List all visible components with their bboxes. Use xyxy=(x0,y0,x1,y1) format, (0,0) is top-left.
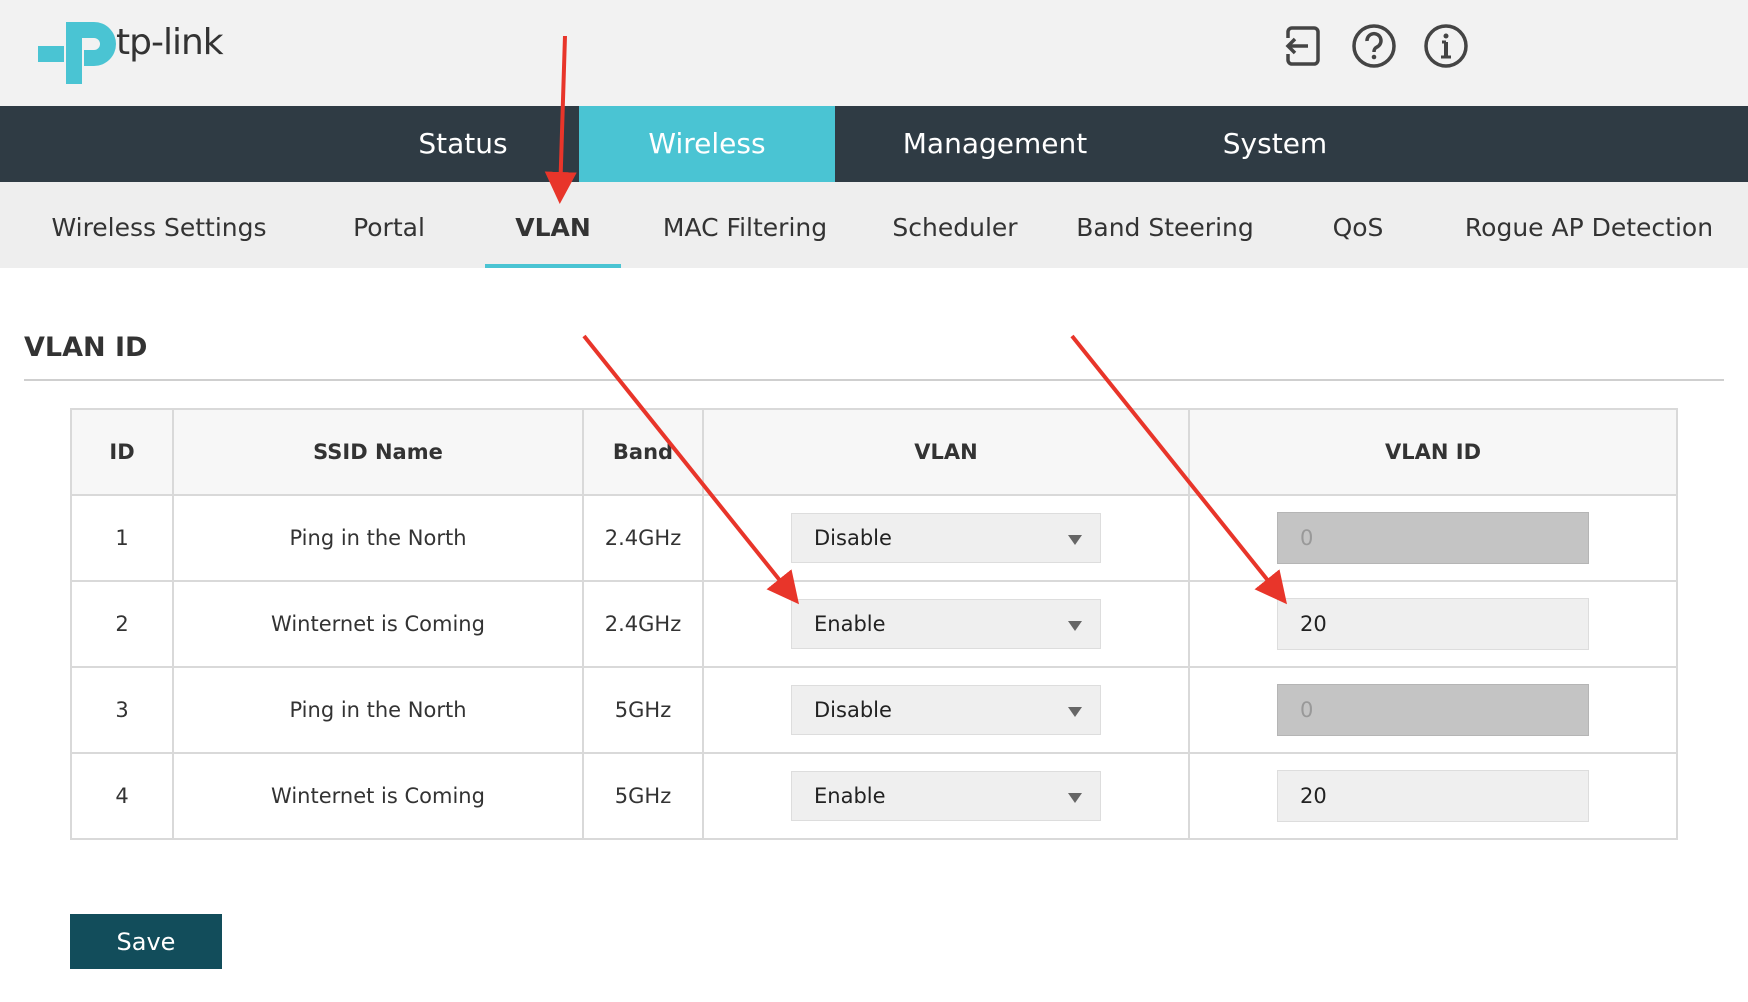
top-bar: tp-link xyxy=(0,0,1748,106)
cell-ssid-name: Winternet is Coming xyxy=(172,580,584,668)
save-button[interactable]: Save xyxy=(70,914,222,969)
cell-vlan: Disable xyxy=(702,666,1190,754)
caret-down-icon xyxy=(1068,793,1082,803)
cell-vlan-id xyxy=(1188,752,1678,840)
logout-icon[interactable] xyxy=(1278,22,1326,70)
info-icon[interactable] xyxy=(1422,22,1470,70)
cell-vlan-id xyxy=(1188,666,1678,754)
vlan-select-value: Enable xyxy=(814,612,886,636)
table-header-row: ID SSID Name Band VLAN VLAN ID xyxy=(70,408,1678,496)
table-row: 2 Winternet is Coming 2.4GHz Enable xyxy=(70,580,1678,668)
main-nav: Status Wireless Management System xyxy=(0,106,1748,182)
tab-rogue-ap-detection[interactable]: Rogue AP Detection xyxy=(1460,182,1718,268)
cell-id: 2 xyxy=(70,580,174,668)
vlan-id-input[interactable] xyxy=(1277,770,1589,822)
cell-ssid-name: Winternet is Coming xyxy=(172,752,584,840)
vlan-select[interactable]: Disable xyxy=(791,513,1101,563)
cell-band: 2.4GHz xyxy=(582,580,704,668)
tab-portal[interactable]: Portal xyxy=(330,182,448,268)
sub-nav: Wireless Settings Portal VLAN MAC Filter… xyxy=(0,182,1748,268)
caret-down-icon xyxy=(1068,535,1082,545)
cell-id: 1 xyxy=(70,494,174,582)
tab-band-steering[interactable]: Band Steering xyxy=(1070,182,1260,268)
vlan-select[interactable]: Enable xyxy=(791,599,1101,649)
vlan-select-value: Disable xyxy=(814,526,892,550)
cell-band: 5GHz xyxy=(582,752,704,840)
tab-wireless-settings[interactable]: Wireless Settings xyxy=(36,182,282,268)
cell-band: 5GHz xyxy=(582,666,704,754)
cell-id: 3 xyxy=(70,666,174,754)
header-vlan-id: VLAN ID xyxy=(1188,408,1678,496)
caret-down-icon xyxy=(1068,621,1082,631)
nav-wireless[interactable]: Wireless xyxy=(579,106,835,182)
cell-id: 4 xyxy=(70,752,174,840)
cell-vlan-id xyxy=(1188,580,1678,668)
cell-band: 2.4GHz xyxy=(582,494,704,582)
vlan-select[interactable]: Enable xyxy=(791,771,1101,821)
tab-vlan[interactable]: VLAN xyxy=(485,182,621,268)
cell-vlan: Disable xyxy=(702,494,1190,582)
nav-status[interactable]: Status xyxy=(370,106,556,182)
header-vlan: VLAN xyxy=(702,408,1190,496)
tab-scheduler[interactable]: Scheduler xyxy=(880,182,1030,268)
header-icons xyxy=(1278,22,1470,70)
header-band: Band xyxy=(582,408,704,496)
caret-down-icon xyxy=(1068,707,1082,717)
table-row: 4 Winternet is Coming 5GHz Enable xyxy=(70,752,1678,840)
vlan-select[interactable]: Disable xyxy=(791,685,1101,735)
vlan-select-value: Disable xyxy=(814,698,892,722)
vlan-id-input[interactable] xyxy=(1277,598,1589,650)
header-ssid-name: SSID Name xyxy=(172,408,584,496)
section-title: VLAN ID xyxy=(24,332,148,363)
vlan-id-input xyxy=(1277,512,1589,564)
cell-vlan: Enable xyxy=(702,752,1190,840)
section-divider xyxy=(24,379,1724,381)
tab-mac-filtering[interactable]: MAC Filtering xyxy=(655,182,835,268)
vlan-table: ID SSID Name Band VLAN VLAN ID 1 Ping in… xyxy=(70,408,1678,840)
cell-ssid-name: Ping in the North xyxy=(172,666,584,754)
header-id: ID xyxy=(70,408,174,496)
nav-management[interactable]: Management xyxy=(870,106,1120,182)
table-row: 3 Ping in the North 5GHz Disable xyxy=(70,666,1678,754)
brand-name: tp-link xyxy=(116,22,224,63)
vlan-select-value: Enable xyxy=(814,784,886,808)
nav-system[interactable]: System xyxy=(1150,106,1400,182)
vlan-id-input xyxy=(1277,684,1589,736)
active-tab-indicator xyxy=(485,264,621,268)
table-row: 1 Ping in the North 2.4GHz Disable xyxy=(70,494,1678,582)
help-icon[interactable] xyxy=(1350,22,1398,70)
cell-ssid-name: Ping in the North xyxy=(172,494,584,582)
tab-qos[interactable]: QoS xyxy=(1300,182,1416,268)
cell-vlan: Enable xyxy=(702,580,1190,668)
cell-vlan-id xyxy=(1188,494,1678,582)
